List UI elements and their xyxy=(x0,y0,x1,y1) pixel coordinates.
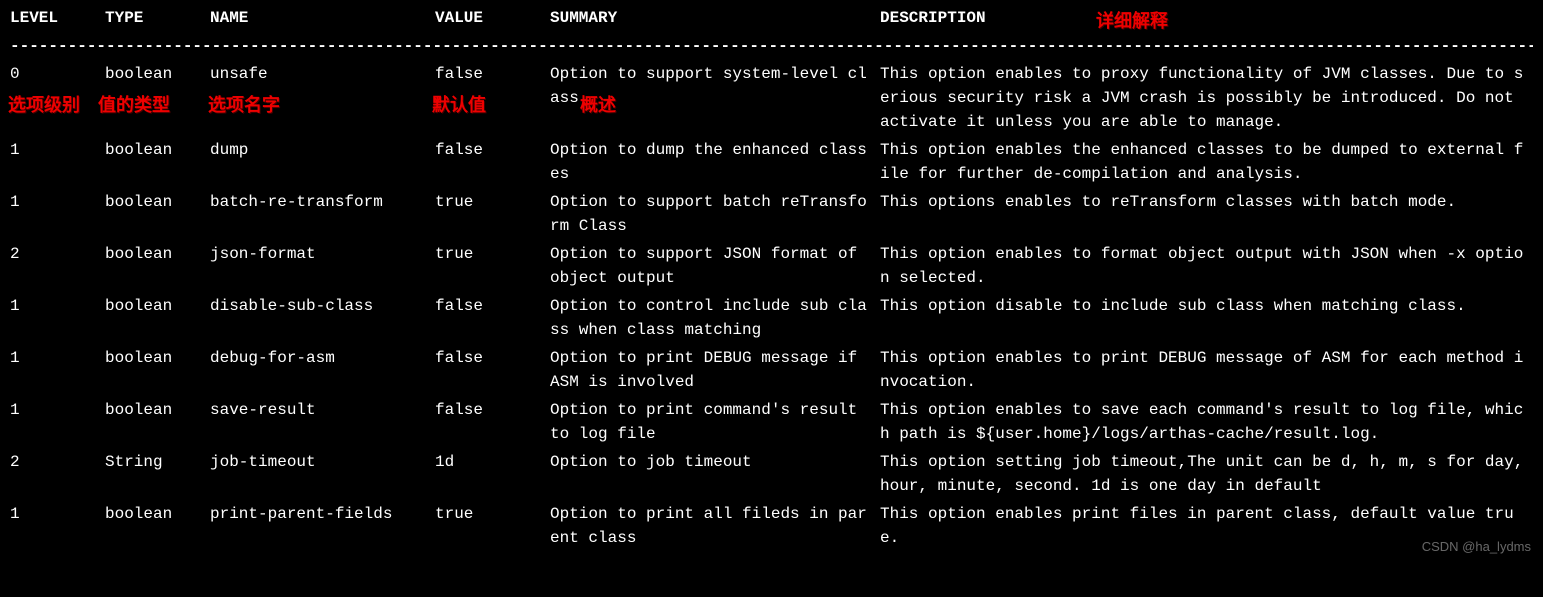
cell-level: 0 xyxy=(10,62,105,138)
cell-name: save-result xyxy=(210,398,435,450)
table-row: 1booleandebug-for-asmfalseOption to prin… xyxy=(10,346,1533,398)
cell-name: job-timeout xyxy=(210,450,435,502)
cell-name: print-parent-fields xyxy=(210,502,435,554)
cell-description: This option enables to print DEBUG messa… xyxy=(880,346,1533,398)
cell-description: This option enables to save each command… xyxy=(880,398,1533,450)
col-header-description: DESCRIPTION xyxy=(880,6,1533,34)
cell-description: This option disable to include sub class… xyxy=(880,294,1533,346)
cell-value: false xyxy=(435,346,550,398)
table-row: 1booleanbatch-re-transformtrueOption to … xyxy=(10,190,1533,242)
table-row: 1booleansave-resultfalseOption to print … xyxy=(10,398,1533,450)
col-header-name: NAME xyxy=(210,6,435,34)
cell-summary: Option to dump the enhanced classes xyxy=(550,138,880,190)
divider-dashes: ----------------------------------------… xyxy=(10,34,1533,62)
cell-type: boolean xyxy=(105,346,210,398)
table-row: 1booleandisable-sub-classfalseOption to … xyxy=(10,294,1533,346)
col-header-value: VALUE xyxy=(435,6,550,34)
cell-value: 1d xyxy=(435,450,550,502)
cell-name: dump xyxy=(210,138,435,190)
cell-value: false xyxy=(435,294,550,346)
cell-value: true xyxy=(435,502,550,554)
cell-description: This options enables to reTransform clas… xyxy=(880,190,1533,242)
cell-level: 1 xyxy=(10,346,105,398)
cell-type: boolean xyxy=(105,138,210,190)
cell-description: This option enables to format object out… xyxy=(880,242,1533,294)
cell-summary: Option to support system-level class xyxy=(550,62,880,138)
cell-level: 1 xyxy=(10,190,105,242)
cell-summary: Option to control include sub class when… xyxy=(550,294,880,346)
table-row: 0booleanunsafefalseOption to support sys… xyxy=(10,62,1533,138)
cell-name: disable-sub-class xyxy=(210,294,435,346)
cell-description: This option setting job timeout,The unit… xyxy=(880,450,1533,502)
col-header-summary: SUMMARY xyxy=(550,6,880,34)
options-table: LEVEL TYPE NAME VALUE SUMMARY DESCRIPTIO… xyxy=(10,6,1533,34)
cell-type: boolean xyxy=(105,242,210,294)
cell-level: 1 xyxy=(10,398,105,450)
cell-name: batch-re-transform xyxy=(210,190,435,242)
cell-description: This option enables print files in paren… xyxy=(880,502,1533,554)
cell-level: 1 xyxy=(10,502,105,554)
table-row: 2Stringjob-timeout1dOption to job timeou… xyxy=(10,450,1533,502)
col-header-type: TYPE xyxy=(105,6,210,34)
options-table-body: 0booleanunsafefalseOption to support sys… xyxy=(10,62,1533,554)
table-header-row: LEVEL TYPE NAME VALUE SUMMARY DESCRIPTIO… xyxy=(10,6,1533,34)
cell-level: 2 xyxy=(10,450,105,502)
cell-summary: Option to print all fileds in parent cla… xyxy=(550,502,880,554)
table-row: 1booleandumpfalseOption to dump the enha… xyxy=(10,138,1533,190)
cell-summary: Option to job timeout xyxy=(550,450,880,502)
cell-summary: Option to print command's result to log … xyxy=(550,398,880,450)
cell-summary: Option to support JSON format of object … xyxy=(550,242,880,294)
cell-type: boolean xyxy=(105,398,210,450)
cell-name: json-format xyxy=(210,242,435,294)
cell-value: false xyxy=(435,398,550,450)
cell-summary: Option to print DEBUG message if ASM is … xyxy=(550,346,880,398)
cell-type: boolean xyxy=(105,294,210,346)
cell-type: boolean xyxy=(105,502,210,554)
cell-name: debug-for-asm xyxy=(210,346,435,398)
cell-name: unsafe xyxy=(210,62,435,138)
cell-value: false xyxy=(435,138,550,190)
cell-description: This option enables to proxy functionali… xyxy=(880,62,1533,138)
col-header-level: LEVEL xyxy=(10,6,105,34)
table-row: 2booleanjson-formattrueOption to support… xyxy=(10,242,1533,294)
cell-type: boolean xyxy=(105,190,210,242)
cell-value: true xyxy=(435,190,550,242)
cell-value: false xyxy=(435,62,550,138)
cell-level: 1 xyxy=(10,294,105,346)
table-row: 1booleanprint-parent-fieldstrueOption to… xyxy=(10,502,1533,554)
cell-summary: Option to support batch reTransform Clas… xyxy=(550,190,880,242)
cell-type: boolean xyxy=(105,62,210,138)
cell-level: 1 xyxy=(10,138,105,190)
cell-type: String xyxy=(105,450,210,502)
cell-description: This option enables the enhanced classes… xyxy=(880,138,1533,190)
cell-value: true xyxy=(435,242,550,294)
cell-level: 2 xyxy=(10,242,105,294)
